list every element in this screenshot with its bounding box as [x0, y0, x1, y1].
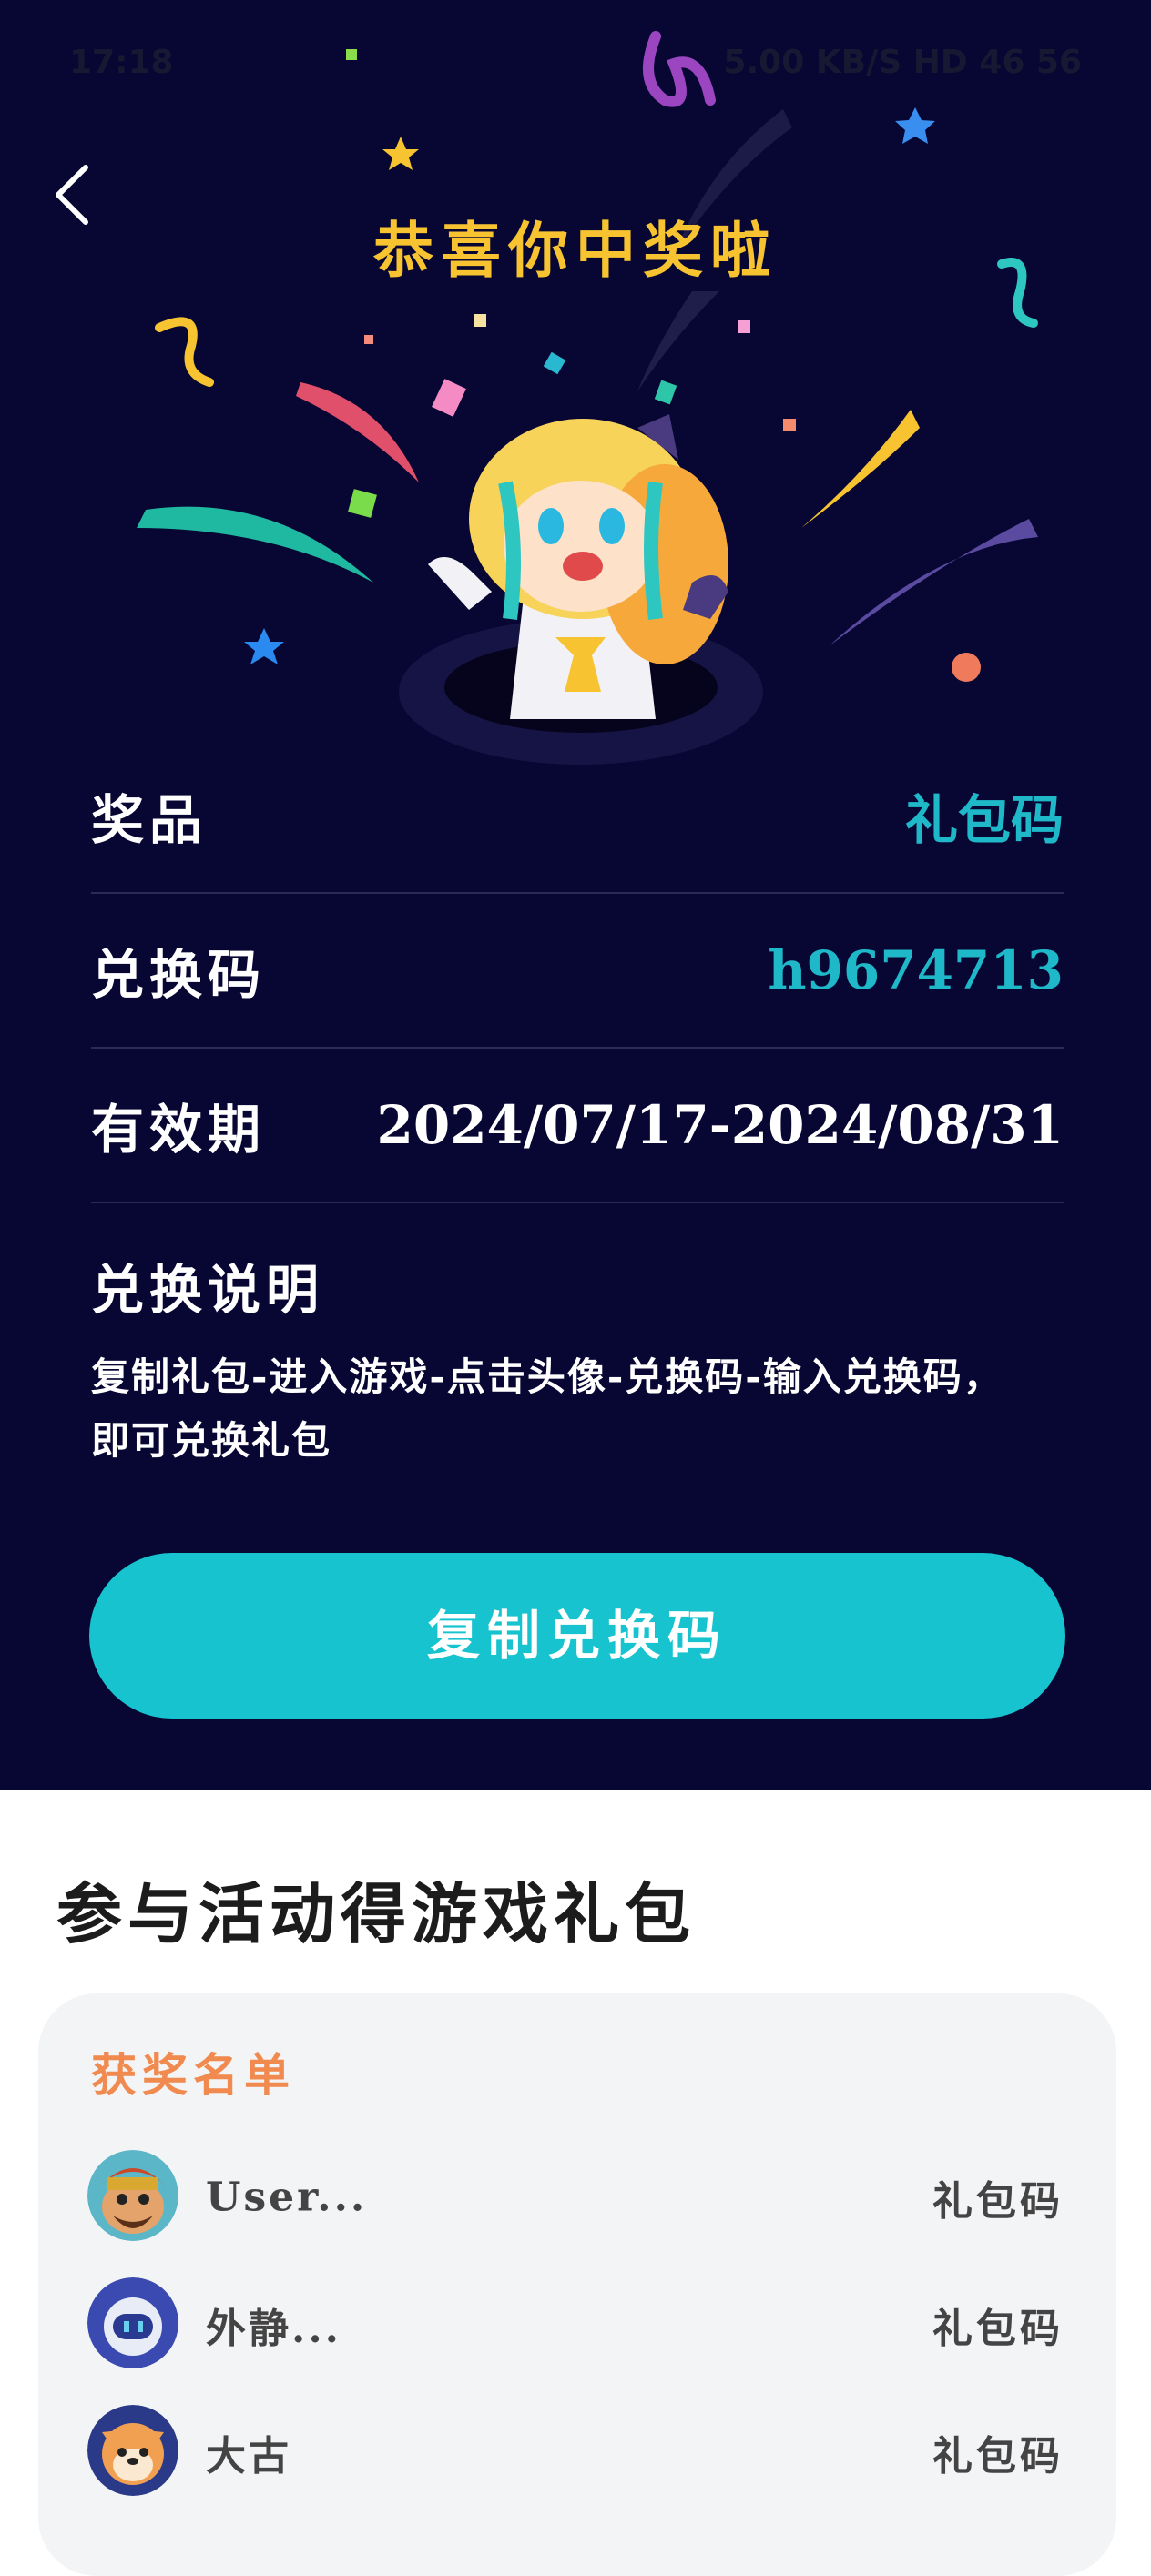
celebration-illustration	[137, 31, 1038, 765]
winner-name: User...	[206, 2174, 368, 2221]
code-row: 兑换码 h9674713	[91, 894, 1064, 1049]
winners-title: 获奖名单	[91, 2048, 295, 2102]
prize-label: 奖品	[91, 789, 209, 851]
winner-name: 外静...	[206, 2306, 341, 2352]
code-value[interactable]: h9674713	[768, 939, 1064, 1001]
validity-row: 有效期 2024/07/17-2024/08/31	[91, 1049, 1064, 1203]
validity-value: 2024/07/17-2024/08/31	[376, 1094, 1064, 1156]
activity-section-title: 参与活动得游戏礼包	[56, 1875, 697, 1952]
winner-prize: 礼包码	[932, 2178, 1064, 2225]
instructions-label: 兑换说明	[91, 1259, 325, 1321]
prize-panel: 17:18 5.00 KB/S HD 46 56 恭喜你中奖啦 奖品 礼包码 兑…	[0, 0, 1151, 1790]
winner-item[interactable]: 大古 礼包码	[87, 2405, 1064, 2500]
status-bar: 17:18 5.00 KB/S HD 46 56	[69, 36, 1082, 91]
winner-item[interactable]: 外静... 礼包码	[87, 2277, 1064, 2372]
status-icons: 5.00 KB/S HD 46 56	[723, 44, 1082, 81]
winner-prize: 礼包码	[932, 2433, 1064, 2480]
validity-label: 有效期	[91, 1099, 267, 1161]
instructions-text: 复制礼包-进入游戏-点击头像-兑换码-输入兑换码，即可兑换礼包	[91, 1354, 1003, 1463]
prize-value: 礼包码	[904, 789, 1064, 851]
page-title: 恭喜你中奖啦	[373, 215, 778, 286]
prize-row: 奖品 礼包码	[91, 739, 1064, 894]
avatar	[87, 2277, 178, 2368]
avatar	[87, 2150, 178, 2241]
avatar	[87, 2405, 178, 2496]
copy-code-button[interactable]: 复制兑换码	[89, 1553, 1065, 1719]
winner-item[interactable]: User... 礼包码	[87, 2150, 1064, 2245]
winner-name: 大古	[206, 2433, 291, 2480]
winner-prize: 礼包码	[932, 2306, 1064, 2352]
code-label: 兑换码	[91, 944, 267, 1006]
status-time: 17:18	[69, 44, 174, 81]
